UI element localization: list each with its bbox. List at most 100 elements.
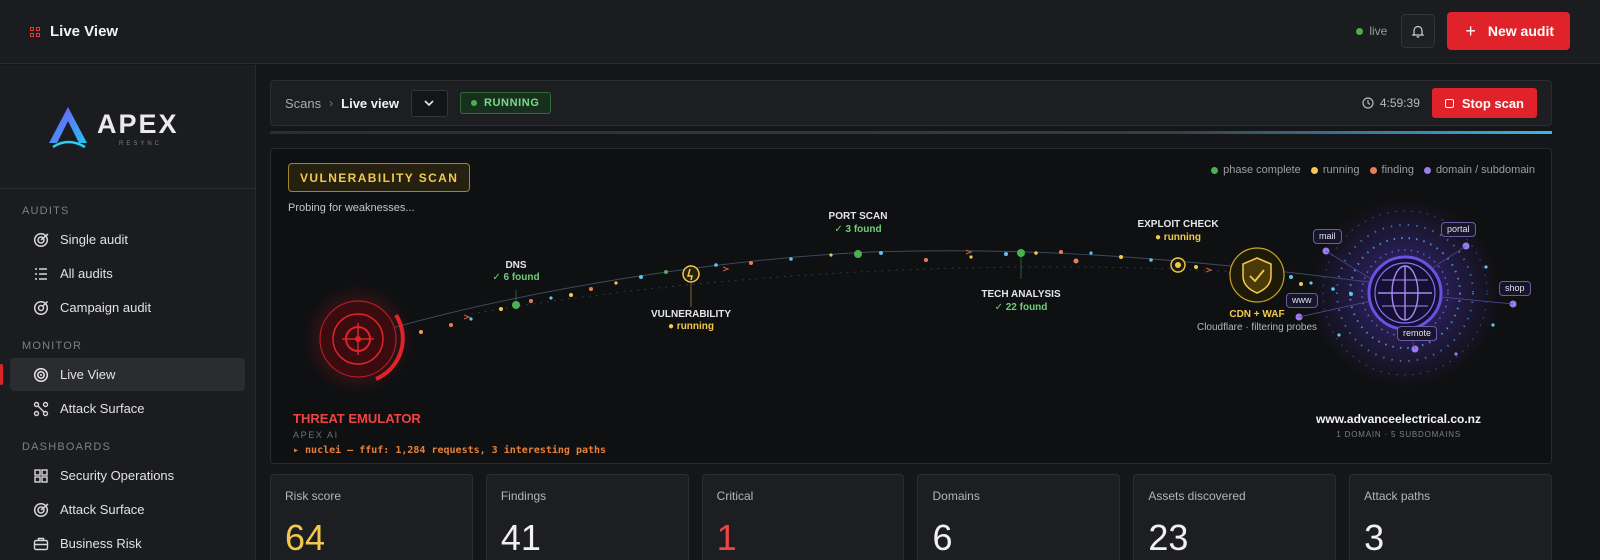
top-bar: Live View live + New audit — [0, 0, 1600, 64]
vulnerability-label: VULNERABILITY — [651, 309, 731, 320]
stat-value: 41 — [500, 517, 541, 558]
plus-icon: + — [1465, 21, 1476, 41]
section-audits: AUDITS — [22, 205, 70, 217]
dns-node[interactable] — [512, 301, 520, 309]
stat-value: 64 — [285, 517, 326, 558]
status-badge-label: RUNNING — [483, 97, 540, 109]
breadcrumb-separator: › — [329, 96, 334, 110]
stat-card-critical[interactable]: Critical 1 — [701, 474, 905, 560]
sidebar-item-live-view[interactable]: Live View — [0, 358, 245, 391]
page-title: Live View — [50, 23, 119, 40]
new-audit-label: New audit — [1487, 23, 1554, 39]
radar-icon — [32, 366, 50, 384]
stat-value: 1 — [716, 517, 737, 558]
new-audit-button[interactable]: + New audit — [1447, 12, 1570, 50]
exploit-check-label: EXPLOIT CHECK — [1137, 219, 1219, 230]
sidebar-item-label: All audits — [60, 266, 113, 281]
sidebar-item-security-operations[interactable]: Security Operations — [10, 459, 245, 492]
subdomain-tag-www[interactable]: www — [1286, 293, 1318, 308]
legend-dot-icon — [1211, 166, 1219, 174]
stat-card-domains[interactable]: Domains 6 — [917, 474, 1121, 560]
stop-scan-button[interactable]: Stop scan — [1431, 88, 1537, 118]
app-mark-icon — [30, 26, 40, 37]
main-content: Scans › Live view RUNNING 4:59:39 Stop s… — [270, 80, 1552, 464]
vulnerability-status: ● running — [667, 321, 715, 332]
legend-item: running — [1310, 164, 1360, 176]
legend-dot-icon — [1310, 166, 1318, 174]
stat-label: Critical — [716, 489, 754, 503]
bell-icon — [1411, 25, 1425, 38]
legend-item: finding — [1369, 164, 1414, 176]
port-scan-label: PORT SCAN — [828, 211, 888, 222]
target-icon — [32, 501, 50, 519]
stat-card-attack-paths[interactable]: Attack paths 3 — [1349, 474, 1552, 560]
port-scan-node[interactable] — [854, 250, 862, 258]
subdomain-tag-portal[interactable]: portal — [1441, 222, 1476, 237]
app-root: Live View live + New audit APEX RESYNC A… — [0, 0, 1600, 560]
notifications-button[interactable] — [1401, 14, 1436, 48]
stats-row: Risk score 64 Findings 41 Critical 1 Dom… — [270, 474, 1552, 560]
tech-analysis-node[interactable] — [1017, 249, 1025, 257]
dns-status: ✓ 6 found — [492, 272, 540, 283]
section-dashboards: DASHBOARDS — [22, 441, 112, 453]
sidebar-item-campaign-audit[interactable]: Campaign audit — [10, 291, 245, 324]
legend-dot-icon — [1369, 166, 1377, 174]
stat-label: Attack paths — [1364, 489, 1431, 503]
cdn-waf-label: CDN + WAF — [1229, 309, 1285, 320]
stat-value: 3 — [1364, 517, 1385, 558]
attack-visualization: VULNERABILITY SCAN Probing for weaknesse… — [270, 148, 1552, 464]
legend-label: domain / subdomain — [1435, 164, 1535, 176]
stat-card-findings[interactable]: Findings 41 — [485, 474, 689, 560]
section-monitor: MONITOR — [22, 340, 83, 352]
live-indicator: live — [1356, 24, 1387, 38]
stat-card-risk-score[interactable]: Risk score 64 — [270, 474, 473, 560]
target-domain-name: www.advanceelectrical.co.nz — [1316, 412, 1481, 426]
legend-dot-icon — [1423, 166, 1431, 174]
scan-timer: 4:59:39 — [1362, 96, 1420, 110]
sidebar-item-label: Business Risk — [60, 536, 142, 551]
sidebar-item-all-audits[interactable]: All audits — [10, 257, 245, 290]
brand-logo[interactable]: APEX RESYNC — [0, 65, 255, 189]
list-icon — [32, 265, 50, 283]
dns-label: DNS — [505, 260, 527, 271]
live-label: live — [1369, 24, 1388, 38]
sidebar-item-label: Attack Surface — [60, 502, 145, 517]
path-particles — [419, 250, 1303, 334]
scan-progress-line — [270, 131, 1552, 134]
live-dot-icon — [1356, 27, 1364, 35]
target-icon — [32, 231, 50, 249]
legend-item: phase complete — [1211, 164, 1301, 176]
stat-label: Domains — [932, 489, 980, 503]
threat-activity-log: ▸ nuclei — ffuf: 1,284 requests, 3 inter… — [293, 445, 607, 456]
legend-label: finding — [1381, 164, 1414, 176]
tech-analysis-status: ✓ 22 found — [994, 302, 1048, 313]
scan-select-dropdown[interactable] — [410, 89, 448, 117]
sidebar-item-attack-surface-dashboard[interactable]: Attack Surface — [10, 493, 245, 526]
breadcrumb-bar: Scans › Live view RUNNING 4:59:39 Stop s… — [270, 80, 1552, 126]
chevron-down-icon — [424, 99, 435, 106]
legend-item: domain / subdomain — [1423, 164, 1535, 176]
stop-icon — [1444, 98, 1454, 108]
stat-label: Findings — [500, 489, 547, 503]
subdomain-tag-shop[interactable]: shop — [1499, 281, 1531, 296]
current-phase-description: Probing for weaknesses... — [288, 202, 415, 214]
status-dot-icon — [470, 100, 477, 106]
stat-card-assets-discovered[interactable]: Assets discovered 23 — [1133, 474, 1337, 560]
sidebar-item-label: Single audit — [60, 232, 128, 247]
sidebar-item-single-audit[interactable]: Single audit — [10, 223, 245, 256]
sidebar-item-business-risk[interactable]: Business Risk — [10, 527, 245, 560]
legend: phase complete running finding domain / … — [1211, 164, 1535, 176]
network-icon — [32, 400, 50, 418]
stat-value: 23 — [1148, 517, 1189, 558]
brand-sub: RESYNC — [119, 141, 162, 147]
target-cluster — [1289, 198, 1517, 388]
subdomain-tag-mail[interactable]: mail — [1313, 229, 1342, 244]
clock-icon — [1362, 97, 1374, 109]
breadcrumb-scans-link[interactable]: Scans — [285, 96, 321, 111]
cdn-waf-status: Cloudflare · filtering probes — [1196, 322, 1318, 333]
subdomain-tag-remote[interactable]: remote — [1397, 326, 1438, 341]
sidebar-item-label: Attack Surface — [60, 401, 145, 416]
campaign-icon — [32, 299, 50, 317]
sidebar-item-attack-surface-monitor[interactable]: Attack Surface — [10, 392, 245, 425]
current-phase-badge: VULNERABILITY SCAN — [288, 163, 471, 192]
